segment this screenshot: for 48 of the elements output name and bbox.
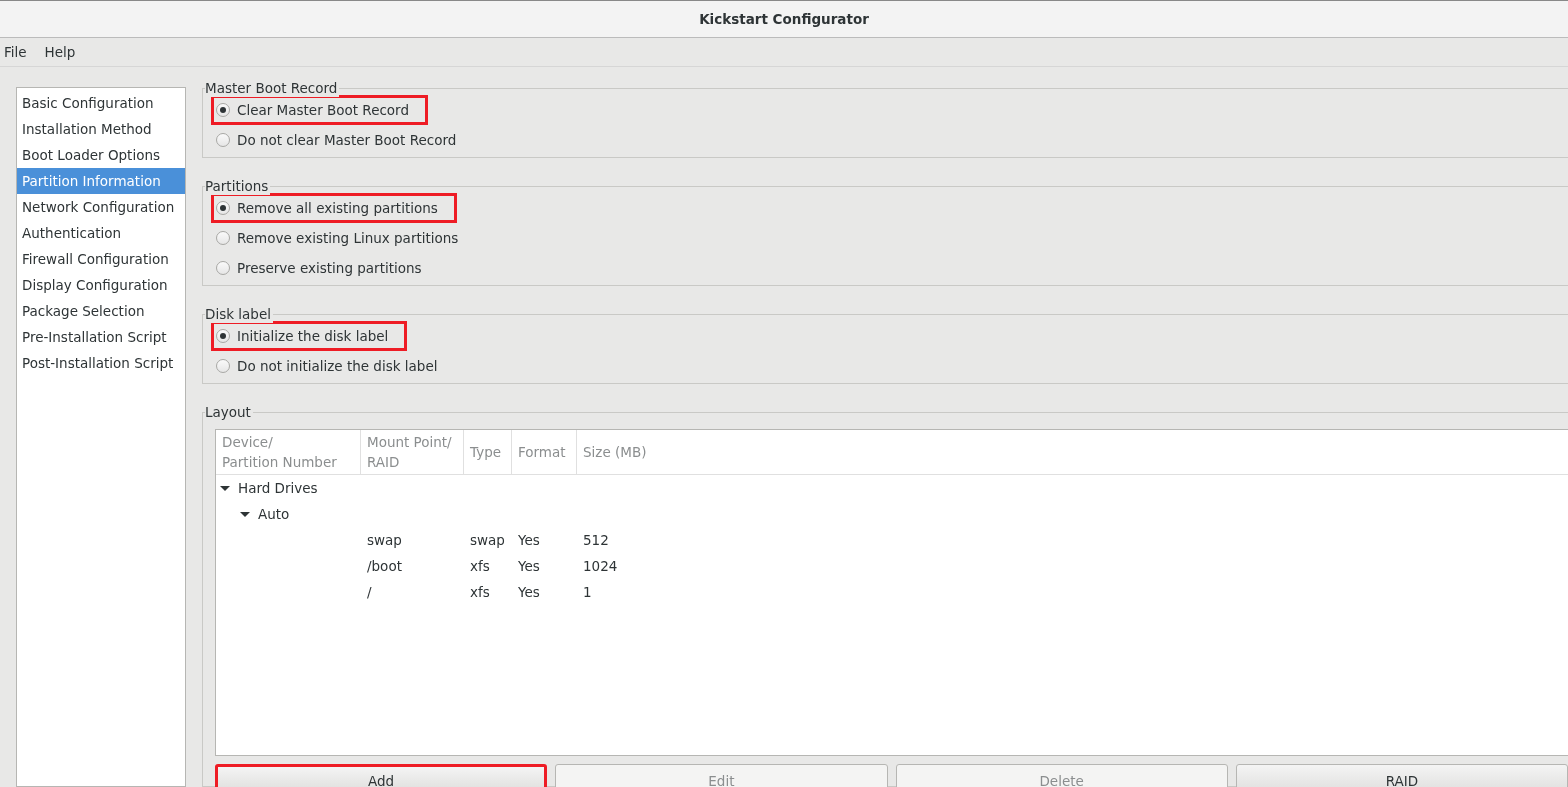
table-cell: 1024 [583,558,618,574]
table-cell: swap [470,532,505,548]
tree-item[interactable]: Auto [258,506,290,522]
window-title: Kickstart Configurator [699,11,869,27]
table-cell: / [367,584,372,600]
tree-item[interactable]: Hard Drives [238,480,318,496]
radio-button[interactable] [216,103,230,117]
radio-button[interactable] [216,133,230,147]
table-cell: 1 [583,584,592,600]
table-cell: xfs [470,584,490,600]
radio-button[interactable] [216,329,230,343]
sidebar-item[interactable]: Pre-Installation Script [17,324,185,350]
sidebar-item[interactable]: Display Configuration [17,272,185,298]
group-title: Partitions [205,177,271,195]
table-cell: swap [367,532,402,548]
radio-button[interactable] [216,201,230,215]
expander-icon[interactable] [220,485,230,491]
sidebar-item[interactable]: Boot Loader Options [17,142,185,168]
table-cell: xfs [470,558,490,574]
sidebar-item[interactable]: Package Selection [17,298,185,324]
table-cell: Yes [518,532,540,548]
group-title: Master Boot Record [205,79,340,97]
radio-option[interactable]: Remove existing Linux partitions [211,223,478,253]
menu-item[interactable]: File [4,44,35,60]
radio-option[interactable]: Preserve existing partitions [211,253,441,283]
radio-button[interactable] [216,359,230,373]
group-title: Disk label [205,305,273,323]
radio-option[interactable]: Do not clear Master Boot Record [211,125,476,155]
menu-item[interactable]: Help [44,44,84,60]
sidebar-item[interactable]: Basic Configuration [17,90,185,116]
table-cell: Yes [518,558,540,574]
radio-option[interactable]: Do not initialize the disk label [211,351,457,381]
layout-button[interactable]: RAID [1235,764,1568,787]
radio-button[interactable] [216,231,230,245]
sidebar-item[interactable]: Firewall Configuration [17,246,185,272]
table-cell: 512 [583,532,609,548]
layout-button[interactable]: Add [215,764,548,787]
radio-option[interactable]: Initialize the disk label [211,321,408,351]
expander-icon[interactable] [240,511,250,517]
sidebar-item[interactable]: Installation Method [17,116,185,142]
table-cell: /boot [367,558,402,574]
radio-button[interactable] [216,261,230,275]
sidebar-item[interactable]: Network Configuration [17,194,185,220]
radio-option[interactable]: Remove all existing partitions [211,193,457,223]
sidebar-item[interactable]: Post-Installation Script [17,350,185,376]
radio-option[interactable]: Clear Master Boot Record [211,95,428,125]
table-cell: Yes [518,584,540,600]
sidebar-item[interactable]: Authentication [17,220,185,246]
